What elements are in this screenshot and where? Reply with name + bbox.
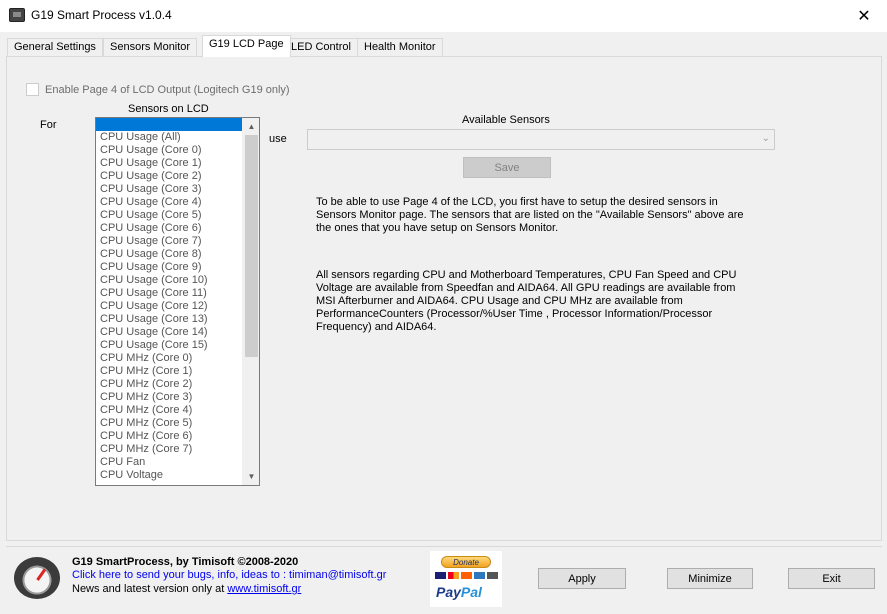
sensor-list-item[interactable]: CPU Usage (All): [96, 131, 243, 144]
sensor-list-item[interactable]: CPU Usage (Core 9): [96, 261, 243, 274]
amex-card-icon: [474, 572, 485, 579]
window-title: G19 Smart Process v1.0.4: [31, 8, 172, 22]
tab-sensors-monitor[interactable]: Sensors Monitor: [103, 38, 198, 57]
available-sensors-dropdown[interactable]: ⌄: [307, 129, 775, 150]
sensor-list-item[interactable]: CPU Usage (Core 10): [96, 274, 243, 287]
sensors-list: CPU Usage (All) CPU Usage (Core 0) CPU Usa…: [96, 118, 243, 482]
scroll-down-icon[interactable]: ▼: [243, 468, 259, 485]
sensor-list-item[interactable]: CPU MHz (Core 2): [96, 378, 243, 391]
close-icon[interactable]: ✕: [841, 0, 887, 32]
enable-page4-checkbox[interactable]: [26, 83, 39, 96]
paypal-logo: PayPal: [436, 584, 482, 600]
sensor-list-item[interactable]: CPU MHz (Core 3): [96, 391, 243, 404]
footer-divider: [6, 546, 882, 547]
sensor-list-item[interactable]: CPU Usage (Core 4): [96, 196, 243, 209]
card-logos: [435, 572, 498, 579]
sensor-list-item[interactable]: CPU MHz (Core 4): [96, 404, 243, 417]
sensors-on-lcd-label: Sensors on LCD: [128, 103, 209, 115]
minimize-button[interactable]: Minimize: [667, 568, 753, 589]
news-line: News and latest version only at www.timi…: [72, 583, 301, 595]
use-label: use: [269, 133, 287, 145]
sensor-list-item[interactable]: CPU Usage (Core 2): [96, 170, 243, 183]
sensor-list-item[interactable]: CPU Usage (Core 6): [96, 222, 243, 235]
sensor-list-item[interactable]: CPU Fan: [96, 456, 243, 469]
sensor-list-item[interactable]: CPU Usage (Core 13): [96, 313, 243, 326]
sensor-list-item[interactable]: CPU MHz (Core 6): [96, 430, 243, 443]
sensor-list-item[interactable]: CPU Usage (Core 8): [96, 248, 243, 261]
scroll-thumb[interactable]: [245, 135, 258, 357]
sensors-listbox[interactable]: CPU Usage (All) CPU Usage (Core 0) CPU Usa…: [95, 117, 260, 486]
sensor-list-item[interactable]: CPU Voltage: [96, 469, 243, 482]
visa-card-icon: [435, 572, 446, 579]
save-button[interactable]: Save: [463, 157, 551, 178]
info-line: the ones that you have setup on Sensors …: [316, 222, 559, 234]
sensor-list-item[interactable]: CPU MHz (Core 7): [96, 443, 243, 456]
info-line: PerformanceCounters (Processor/%User Tim…: [316, 308, 713, 320]
sensor-list-item[interactable]: CPU Usage (Core 11): [96, 287, 243, 300]
discover-card-icon: [461, 572, 472, 579]
sensor-list-item[interactable]: CPU MHz (Core 0): [96, 352, 243, 365]
available-sensors-label: Available Sensors: [462, 114, 550, 126]
info-line: To be able to use Page 4 of the LCD, you…: [316, 196, 718, 208]
title-bar: G19 Smart Process v1.0.4 ✕: [0, 0, 887, 32]
enable-page4-label: Enable Page 4 of LCD Output (Logitech G1…: [45, 83, 290, 96]
sensor-list-item[interactable]: CPU Usage (Core 14): [96, 326, 243, 339]
tab-g19-lcd-page[interactable]: G19 LCD Page: [202, 35, 291, 57]
info-line: Frequency) and AIDA64.: [316, 321, 437, 333]
apply-button[interactable]: Apply: [538, 568, 626, 589]
chevron-down-icon: ⌄: [761, 133, 770, 144]
tab-led-control[interactable]: LED Control: [284, 38, 358, 57]
list-scrollbar[interactable]: ▲ ▼: [242, 118, 259, 485]
exit-button[interactable]: Exit: [788, 568, 875, 589]
info-line: All sensors regarding CPU and Motherboar…: [316, 269, 737, 281]
news-text: News and latest version only at: [72, 583, 228, 595]
donate-label: Donate: [441, 556, 491, 568]
footer-title: G19 SmartProcess, by Timisoft ©2008-2020: [72, 556, 299, 568]
sensor-list-item[interactable]: CPU Usage (Core 12): [96, 300, 243, 313]
mastercard-icon: [448, 572, 459, 579]
website-link[interactable]: www.timisoft.gr: [227, 583, 301, 595]
app-icon: [9, 8, 25, 22]
info-text-setup: To be able to use Page 4 of the LCD, you…: [316, 196, 744, 235]
speedometer-logo-icon: [14, 557, 60, 599]
paypal-pay: Pay: [436, 584, 461, 600]
info-text-sources: All sensors regarding CPU and Motherboar…: [316, 269, 736, 334]
for-label: For: [40, 119, 57, 131]
bug-report-link[interactable]: Click here to send your bugs, info, idea…: [72, 569, 386, 581]
sensor-list-item[interactable]: CPU Usage (Core 1): [96, 157, 243, 170]
paypal-donate-button[interactable]: Donate PayPal: [430, 551, 502, 607]
bank-card-icon: [487, 572, 498, 579]
tab-health-monitor[interactable]: Health Monitor: [357, 38, 443, 57]
scroll-up-icon[interactable]: ▲: [243, 118, 259, 135]
tab-general-settings[interactable]: General Settings: [7, 38, 103, 57]
paypal-pal: Pal: [460, 584, 482, 600]
sensor-list-item[interactable]: [96, 118, 243, 131]
sensor-list-item[interactable]: CPU Usage (Core 0): [96, 144, 243, 157]
sensor-list-item[interactable]: CPU MHz (Core 1): [96, 365, 243, 378]
info-line: Voltage are available from Speedfan and …: [316, 282, 736, 294]
sensor-list-item[interactable]: CPU Usage (Core 15): [96, 339, 243, 352]
info-line: MSI Afterburner and AIDA64. CPU Usage an…: [316, 295, 683, 307]
enable-page4-checkbox-row[interactable]: Enable Page 4 of LCD Output (Logitech G1…: [26, 83, 290, 96]
info-line: Sensors Monitor page. The sensors that a…: [316, 209, 744, 221]
sensor-list-item[interactable]: CPU Usage (Core 3): [96, 183, 243, 196]
sensor-list-item[interactable]: CPU MHz (Core 5): [96, 417, 243, 430]
sensor-list-item[interactable]: CPU Usage (Core 5): [96, 209, 243, 222]
sensor-list-item[interactable]: CPU Usage (Core 7): [96, 235, 243, 248]
